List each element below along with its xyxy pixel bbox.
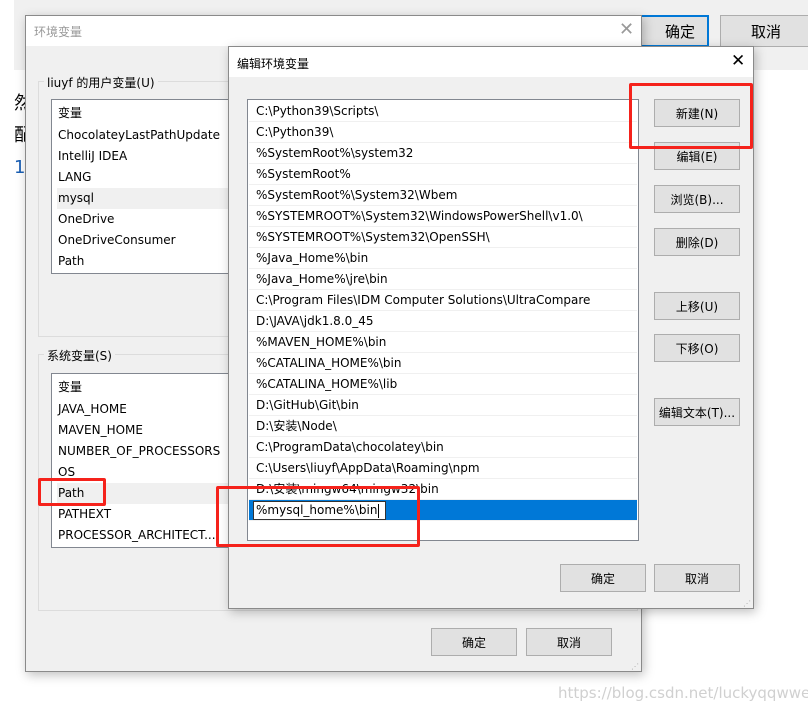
path-item[interactable]: %SYSTEMROOT%\System32\WindowsPowerShell\… [249, 206, 637, 227]
cancel-button[interactable]: 取消 [654, 564, 740, 592]
cancel-button[interactable]: 取消 [526, 628, 612, 656]
user-variables-label: liuyf 的用户变量(U) [44, 74, 158, 91]
path-item[interactable]: C:\Users\liuyf\AppData\Roaming\npm [249, 458, 637, 479]
title-bar: 环境变量 ✕ [26, 16, 641, 46]
move-up-button[interactable]: 上移(U) [654, 292, 740, 320]
delete-button[interactable]: 删除(D) [654, 228, 740, 256]
path-item[interactable]: D:\JAVA\jdk1.8.0_45 [249, 311, 637, 332]
system-variables-label: 系统变量(S) [44, 347, 115, 364]
path-item[interactable]: %Java_Home%\bin [249, 248, 637, 269]
path-item[interactable]: D:\安装\Node\ [249, 416, 637, 437]
ok-button[interactable]: 确定 [560, 564, 646, 592]
path-item[interactable]: D:\GitHub\Git\bin [249, 395, 637, 416]
dialog-title: 环境变量 [34, 25, 83, 39]
close-icon[interactable]: ✕ [619, 19, 634, 40]
path-item[interactable]: %MAVEN_HOME%\bin [249, 332, 637, 353]
path-item[interactable]: C:\Python39\ [249, 122, 637, 143]
title-bar: 编辑环境变量 ✕ [229, 47, 753, 77]
dialog-title: 编辑环境变量 [237, 57, 310, 71]
path-item[interactable]: %Java_Home%\jre\bin [249, 269, 637, 290]
edit-text-button[interactable]: 编辑文本(T)... [654, 398, 740, 426]
path-list[interactable]: C:\Python39\Scripts\ C:\Python39\ %SystemR… [247, 99, 639, 541]
highlight-box-new-entry [216, 486, 420, 547]
browse-button[interactable]: 浏览(B)... [654, 185, 740, 213]
path-item[interactable]: C:\ProgramData\chocolatey\bin [249, 437, 637, 458]
close-icon[interactable]: ✕ [731, 51, 745, 71]
path-item[interactable]: %CATALINA_HOME%\bin [249, 353, 637, 374]
path-item[interactable]: C:\Program Files\IDM Computer Solutions\… [249, 290, 637, 311]
path-item[interactable]: %SYSTEMROOT%\System32\OpenSSH\ [249, 227, 637, 248]
highlight-box-new-button [629, 83, 753, 149]
watermark: https://blog.csdn.net/luckyqqwwee [558, 684, 808, 702]
background-cancel-button[interactable]: 取消 [720, 15, 808, 47]
resize-grip-icon[interactable]: ⋰ [743, 599, 751, 608]
resize-grip-icon[interactable]: ⋰ [631, 662, 639, 671]
path-item[interactable]: %SystemRoot%\system32 [249, 143, 637, 164]
path-item[interactable]: %SystemRoot% [249, 164, 637, 185]
move-down-button[interactable]: 下移(O) [654, 334, 740, 362]
path-item[interactable]: %SystemRoot%\System32\Wbem [249, 185, 637, 206]
path-item[interactable]: C:\Python39\Scripts\ [249, 101, 637, 122]
ok-button[interactable]: 确定 [431, 628, 517, 656]
highlight-box-path-variable [38, 478, 106, 506]
path-item[interactable]: %CATALINA_HOME%\lib [249, 374, 637, 395]
